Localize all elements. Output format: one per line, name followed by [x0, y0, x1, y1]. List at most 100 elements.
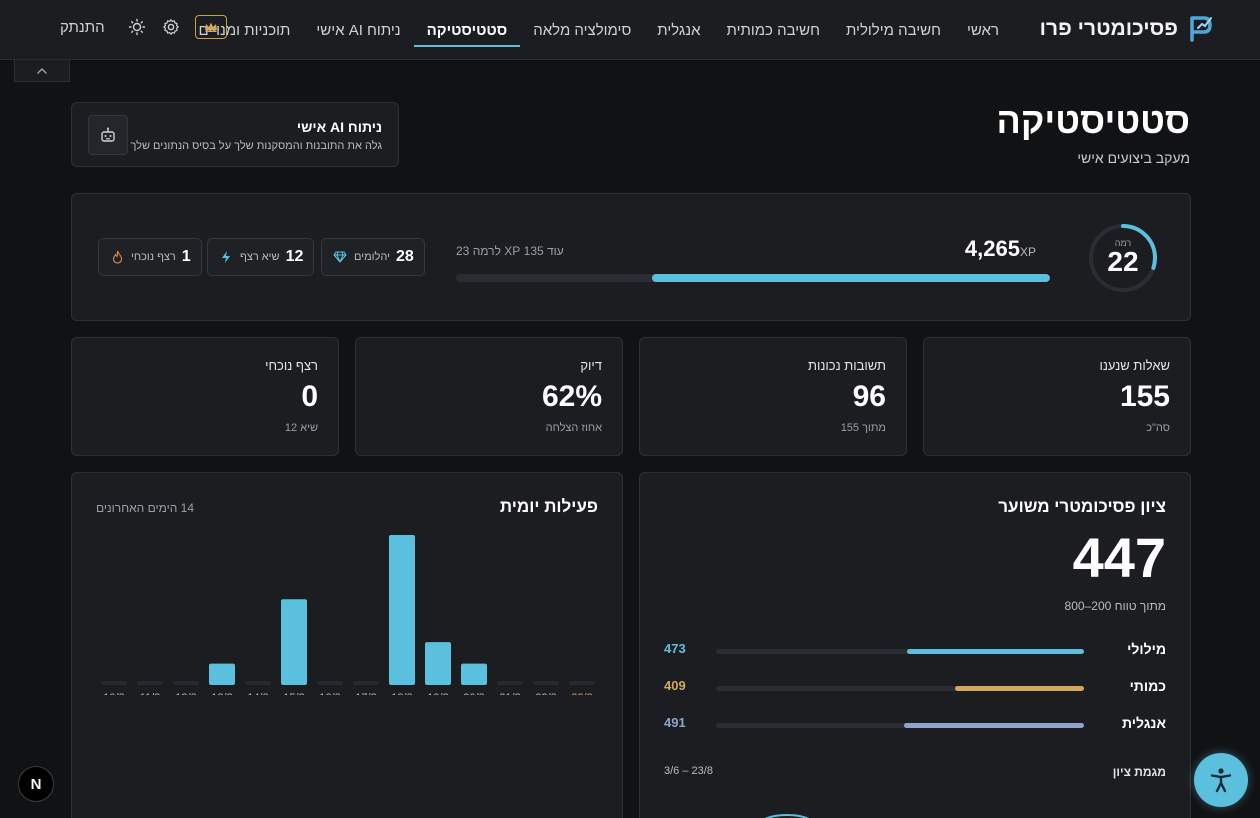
summary-value: 96: [852, 380, 886, 413]
activity-tick-label: 20/8: [463, 692, 484, 695]
brand[interactable]: פסיכומטרי פרו: [1040, 14, 1214, 44]
activity-bar-15-8: [281, 599, 307, 685]
best-streak-value: 12: [285, 248, 304, 265]
summary-sub: מתוך 155: [840, 422, 886, 434]
ai-card-description: גלה את התובנות והמסקנות שלך על בסיס הנתו…: [130, 140, 382, 152]
activity-bar-17-8: [353, 681, 379, 685]
page-title: סטטיסטיקה: [996, 100, 1190, 141]
current-streak-chip: 1 רצף נוכחי: [98, 238, 202, 276]
subject-row-english: אנגלית 491: [664, 715, 1166, 735]
diamonds-label: יהלומים: [354, 251, 390, 263]
subject-bar: [716, 723, 1084, 728]
summary-value: 62%: [541, 380, 602, 413]
subject-name: אנגלית: [1121, 715, 1166, 731]
top-navbar: פסיכומטרי פרו ראשי חשיבה מילולית חשיבה כ…: [0, 0, 1260, 60]
activity-tick-label: 16/8: [319, 692, 340, 695]
subject-bar-fill: [955, 686, 1084, 691]
level-card: רמה 22 4,265 XP עוד 135 XP לרמה 23 28 יהל…: [71, 193, 1191, 321]
summary-card-answered: שאלות שנענו 155 סה"כ: [923, 337, 1191, 456]
activity-bar-13-8: [209, 663, 235, 685]
subject-value: 491: [664, 715, 686, 730]
accessibility-button[interactable]: [1194, 753, 1248, 807]
summary-label: דיוק: [580, 358, 602, 373]
summary-label: שאלות שנענו: [1099, 358, 1170, 373]
summary-sub: אחוז הצלחה: [545, 422, 602, 434]
subject-name: כמותי: [1129, 678, 1166, 694]
activity-tick-label: 21/8: [499, 692, 520, 695]
xp-total: 4,265 XP: [965, 236, 1036, 262]
nav-item-home[interactable]: ראשי: [954, 0, 1012, 60]
score-range: מתוך טווח 200–800: [1064, 599, 1166, 613]
activity-subtitle: 14 הימים האחרונים: [96, 501, 195, 515]
activity-bar-12-8: [173, 681, 199, 685]
subject-name: מילולי: [1127, 641, 1166, 657]
page-subtitle: מעקב ביצועים אישי: [1077, 150, 1190, 166]
activity-bar-18-8: [389, 535, 415, 685]
activity-tick-label: 17/8: [355, 692, 376, 695]
logout-button[interactable]: התנתק: [60, 19, 105, 36]
activity-tick-label: 19/8: [427, 692, 448, 695]
activity-bar-11-8: [137, 681, 163, 685]
lightning-icon: [218, 249, 234, 265]
activity-bar-14-8: [245, 681, 271, 685]
current-streak-label: רצף נוכחי: [131, 251, 176, 263]
brand-name: פסיכומטרי פרו: [1039, 17, 1178, 40]
summary-card-accuracy: דיוק 62% אחוז הצלחה: [355, 337, 623, 456]
sun-icon[interactable]: [127, 17, 147, 37]
score-value: 447: [1072, 526, 1166, 589]
activity-tick-label: 18/8: [391, 692, 412, 695]
xp-unit: XP: [1019, 245, 1036, 259]
subject-row-verbal: מילולי 473: [664, 641, 1166, 661]
ai-card-title: ניתוח AI אישי: [296, 119, 382, 135]
nav-links: ראשי חשיבה מילולית חשיבה כמותית אנגלית ס…: [185, 0, 1012, 60]
current-streak-value: 1: [181, 248, 191, 265]
score-trend-range: 3/6 – 23/8: [664, 765, 713, 777]
activity-tick-label: 22/8: [535, 692, 556, 695]
xp-number: 4,265: [964, 236, 1020, 261]
activity-bar-19-8: [425, 642, 451, 685]
summary-card-correct: תשובות נכונות 96 מתוך 155: [639, 337, 907, 456]
nav-item-statistics[interactable]: סטטיסטיקה: [413, 0, 521, 60]
best-streak-chip: 12 שיא רצף: [207, 238, 315, 276]
subject-value: 473: [664, 641, 686, 656]
estimated-score-card: ציון פסיכומטרי משוער 447 מתוך טווח 200–8…: [639, 472, 1191, 818]
activity-bar-10-8: [101, 681, 127, 685]
subject-value: 409: [664, 678, 686, 693]
activity-tick-label: 14/8: [247, 692, 268, 695]
activity-tick-label: 15/8: [283, 692, 304, 695]
subject-bar: [716, 686, 1084, 691]
diamonds-value: 28: [395, 248, 414, 265]
collapse-toggle[interactable]: [14, 60, 70, 82]
activity-tick-label: 13/8: [211, 692, 232, 695]
score-trend-chart: [765, 813, 809, 818]
xp-progress-fill: [652, 274, 1050, 282]
crown-icon: [204, 22, 217, 32]
robot-icon: [88, 115, 128, 155]
daily-activity-card: פעילות יומית 14 הימים האחרונים 10/811/81…: [71, 472, 623, 818]
score-trend-label: מגמת ציון: [1112, 765, 1166, 779]
subject-bar: [716, 649, 1084, 654]
next-dev-badge[interactable]: N: [18, 766, 54, 802]
subject-row-quantitative: כמותי 409: [664, 678, 1166, 698]
gear-icon[interactable]: [161, 17, 181, 37]
ai-analysis-card[interactable]: ניתוח AI אישי גלה את התובנות והמסקנות של…: [71, 102, 399, 167]
activity-tick-label: 12/8: [175, 692, 196, 695]
summary-card-streak: רצף נוכחי 0 שיא 12: [71, 337, 339, 456]
activity-tick-label: 10/8: [103, 692, 124, 695]
nav-item-quantitative[interactable]: חשיבה כמותית: [714, 0, 833, 60]
premium-button[interactable]: [194, 15, 227, 39]
summary-label: רצף נוכחי: [265, 358, 318, 373]
chevron-up-icon: [37, 67, 47, 74]
flame-icon: [109, 249, 125, 265]
activity-tick-label: 11/8: [140, 692, 161, 695]
score-title: ציון פסיכומטרי משוער: [998, 497, 1166, 516]
nav-item-ai-analysis[interactable]: ניתוח AI אישי: [303, 0, 413, 60]
diamond-icon: [332, 249, 348, 265]
nav-item-english[interactable]: אנגלית: [644, 0, 713, 60]
nav-item-simulation[interactable]: סימולציה מלאה: [520, 0, 644, 60]
nav-item-verbal[interactable]: חשיבה מילולית: [833, 0, 954, 60]
summary-value: 155: [1119, 380, 1170, 413]
summary-value: 0: [301, 380, 318, 413]
summary-sub: סה"כ: [1146, 422, 1170, 434]
activity-bar-20-8: [461, 663, 487, 685]
